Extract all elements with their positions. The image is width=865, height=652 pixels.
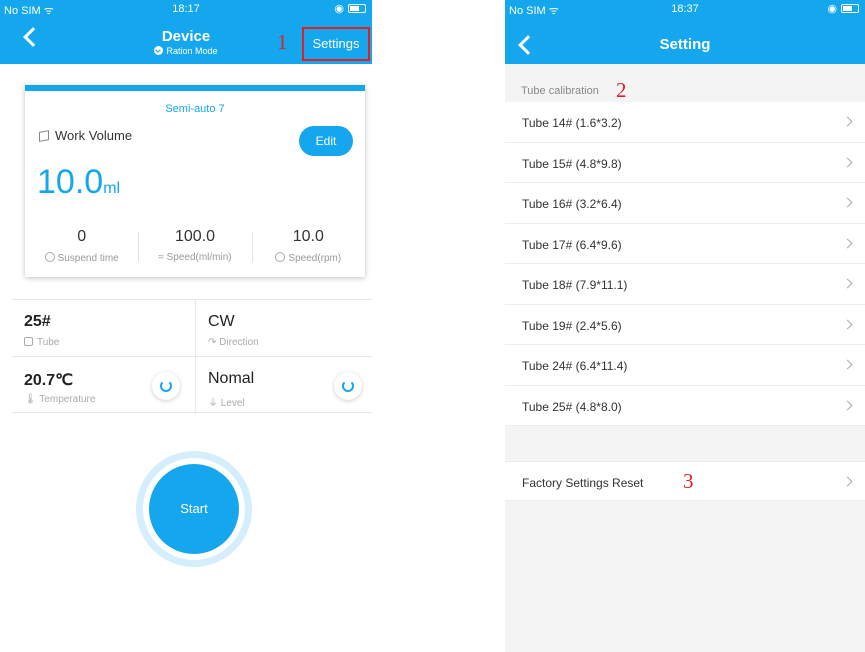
level-icon: ⏚ [208, 398, 221, 409]
chevron-right-icon [842, 157, 853, 167]
list-item-tube-24[interactable]: Tube 24# (6.4*11.4) [505, 345, 865, 386]
clock-icon [44, 252, 55, 262]
chevron-down-icon [154, 46, 164, 55]
stats-row: 0 Suspend time 100.0 ≈ Speed(ml/min) 10.… [25, 228, 365, 264]
rotate-icon [275, 252, 286, 262]
stat-speed-ml: 100.0 ≈ Speed(ml/min) [138, 228, 251, 264]
start-button[interactable]: Start [149, 464, 239, 554]
chevron-right-icon [842, 476, 853, 487]
page-title: Setting [659, 36, 711, 53]
chevron-right-icon [842, 116, 853, 127]
annotation-3: 3 [683, 469, 694, 493]
battery-icon: ◉ [334, 2, 366, 15]
setting-header: No SIM ᯤ 18:37 ◉ Setting [505, 0, 865, 64]
cube-icon [39, 130, 49, 142]
level-cell: Nomal ⏚ Level [195, 357, 372, 414]
work-volume-card: Semi-auto 7 Work Volume Edit 10.0ml 0 Su… [25, 85, 365, 277]
thermometer-icon: 🌡 [24, 394, 40, 405]
clock-text: 18:17 [172, 3, 200, 15]
tube-cell[interactable]: 25# Tube [12, 300, 195, 357]
temperature-cell: 20.7℃ 🌡 Temperature [12, 357, 195, 414]
direction-cell[interactable]: CW ↷ Direction [195, 300, 372, 357]
clock-text: 18:37 [671, 3, 699, 15]
work-volume-label: Work Volume [39, 128, 132, 143]
settings-button[interactable]: Settings [302, 27, 370, 61]
chevron-right-icon [842, 278, 853, 289]
list-item-tube-16[interactable]: Tube 16# (3.2*6.4) [505, 183, 865, 224]
list-item-tube-18[interactable]: Tube 18# (7.9*11.1) [505, 264, 865, 305]
start-button-ring: Start [136, 451, 252, 567]
device-header: No SIM ᯤ 18:17 ◉ Device Ration Mode Sett… [0, 0, 372, 64]
chevron-right-icon [842, 197, 853, 208]
status-bar: No SIM ᯤ 18:37 ◉ [505, 0, 865, 20]
chevron-right-icon [842, 359, 853, 370]
refresh-temperature-icon[interactable] [152, 372, 180, 400]
device-screen: No SIM ᯤ 18:17 ◉ Device Ration Mode Sett… [0, 0, 372, 652]
chevron-right-icon [842, 319, 853, 329]
tube-icon [24, 337, 33, 346]
battery-icon: ◉ [827, 2, 859, 15]
setting-screen: No SIM ᯤ 18:37 ◉ Setting Tube calibratio… [505, 0, 865, 652]
list-item-tube-15[interactable]: Tube 15# (4.8*9.8) [505, 143, 865, 183]
waves-icon: ≈ [158, 252, 167, 263]
mode-label: Semi-auto 7 [165, 103, 225, 115]
tube-list: Tube 14# (1.6*3.2) Tube 15# (4.8*9.8) Tu… [505, 102, 865, 426]
chevron-right-icon [842, 238, 853, 248]
volume-value: 10.0ml [37, 163, 121, 201]
chevron-right-icon [842, 400, 853, 410]
list-item-tube-25[interactable]: Tube 25# (4.8*8.0) [505, 386, 865, 426]
status-bar: No SIM ᯤ 18:17 ◉ [0, 0, 372, 20]
list-item-tube-19[interactable]: Tube 19# (2.4*5.6) [505, 305, 865, 345]
section-label: Tube calibration [521, 85, 599, 97]
stat-suspend-time: 0 Suspend time [25, 228, 138, 264]
annotation-1: 1 [277, 30, 288, 54]
grid-row-2: 20.7℃ 🌡 Temperature Nomal ⏚ Level [12, 356, 372, 414]
stat-speed-rpm: 10.0 Speed(rpm) [251, 228, 365, 264]
list-item-tube-14[interactable]: Tube 14# (1.6*3.2) [505, 102, 865, 143]
annotation-2: 2 [616, 78, 627, 102]
grid-row-1: 25# Tube CW ↷ Direction [12, 299, 372, 357]
list-item-tube-17[interactable]: Tube 17# (6.4*9.6) [505, 224, 865, 264]
direction-icon: ↷ [208, 337, 220, 348]
edit-button[interactable]: Edit [299, 126, 353, 156]
refresh-level-icon[interactable] [334, 372, 362, 400]
